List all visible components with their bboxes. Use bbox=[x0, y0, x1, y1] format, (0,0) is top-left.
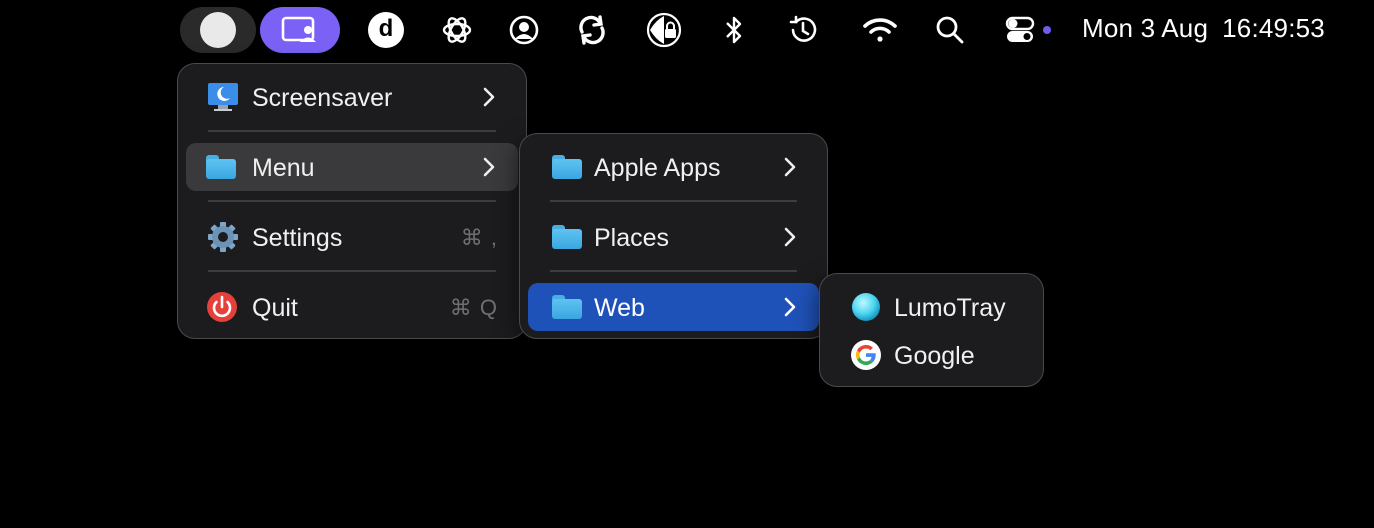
menu-item-label: Quit bbox=[252, 294, 298, 322]
menubar-time: 16:49:53 bbox=[1222, 13, 1325, 43]
web-item-google[interactable]: Google bbox=[828, 331, 1035, 379]
search-icon[interactable] bbox=[930, 6, 970, 54]
openai-icon[interactable] bbox=[437, 6, 477, 54]
lumotray-icon bbox=[850, 291, 884, 323]
account-icon[interactable] bbox=[504, 6, 544, 54]
menu-separator bbox=[208, 200, 496, 202]
menubar-clock[interactable]: Mon 3 Aug 16:49:53 bbox=[1082, 13, 1325, 44]
keyboard-shortcut: ⌘ Q bbox=[449, 295, 498, 320]
folder-icon bbox=[552, 291, 586, 323]
d-app-letter: d bbox=[378, 14, 394, 42]
wifi-icon[interactable] bbox=[860, 6, 900, 54]
chevron-right-icon bbox=[784, 227, 796, 247]
keyboard-shortcut: ⌘ , bbox=[460, 225, 498, 250]
folder-icon bbox=[552, 151, 586, 183]
menu-item-label: Apple Apps bbox=[594, 154, 721, 182]
web-item-lumotray[interactable]: LumoTray bbox=[828, 283, 1035, 331]
menu-item-label: Screensaver bbox=[252, 84, 393, 112]
menu-item-label: Settings bbox=[252, 224, 343, 252]
menu-item-label: Menu bbox=[252, 154, 315, 182]
screen-sharing-icon[interactable] bbox=[260, 7, 340, 53]
web-submenu: LumoTray Google bbox=[819, 273, 1044, 387]
menu-separator bbox=[550, 270, 797, 272]
chevron-right-icon bbox=[784, 157, 796, 177]
menu-item-settings[interactable]: Settings ⌘ , bbox=[186, 213, 518, 261]
d-app-icon[interactable]: d bbox=[366, 6, 406, 54]
power-icon bbox=[206, 291, 240, 323]
menu-separator bbox=[550, 200, 797, 202]
lock-icon[interactable] bbox=[644, 6, 684, 54]
bluetooth-icon[interactable] bbox=[714, 6, 754, 54]
menu-separator bbox=[208, 270, 496, 272]
chevron-right-icon bbox=[784, 297, 796, 317]
time-machine-icon[interactable] bbox=[783, 6, 823, 54]
sync-icon[interactable] bbox=[572, 6, 612, 54]
menu-item-quit[interactable]: Quit ⌘ Q bbox=[186, 283, 518, 331]
submenu-item-apple-apps[interactable]: Apple Apps bbox=[528, 143, 819, 191]
menu-item-label: Places bbox=[594, 224, 670, 252]
menu-item-label: LumoTray bbox=[894, 294, 1006, 322]
chevron-right-icon bbox=[483, 87, 495, 107]
google-icon bbox=[850, 339, 884, 371]
folder-icon bbox=[206, 151, 240, 183]
menu-item-screensaver[interactable]: Screensaver bbox=[186, 73, 518, 121]
toggle-circle-icon[interactable] bbox=[180, 7, 256, 53]
submenu-item-places[interactable]: Places bbox=[528, 213, 819, 261]
gear-icon bbox=[206, 221, 240, 253]
submenu: Apple Apps Places Web bbox=[519, 133, 828, 339]
menu-item-label: Web bbox=[594, 294, 645, 322]
screensaver-icon bbox=[206, 81, 240, 113]
folder-icon bbox=[552, 221, 586, 253]
menu-bar: d Mon 3 Aug 16:49:53 bbox=[0, 0, 1374, 58]
chevron-right-icon bbox=[483, 157, 495, 177]
control-center-icon[interactable] bbox=[1002, 6, 1058, 54]
menu-item-menu[interactable]: Menu bbox=[186, 143, 518, 191]
main-menu: Screensaver Menu Settings ⌘ , Quit ⌘ Q bbox=[177, 63, 527, 339]
menu-separator bbox=[208, 130, 496, 132]
submenu-item-web[interactable]: Web bbox=[528, 283, 819, 331]
menu-item-label: Google bbox=[894, 342, 975, 370]
menubar-date: Mon 3 Aug bbox=[1082, 13, 1209, 43]
